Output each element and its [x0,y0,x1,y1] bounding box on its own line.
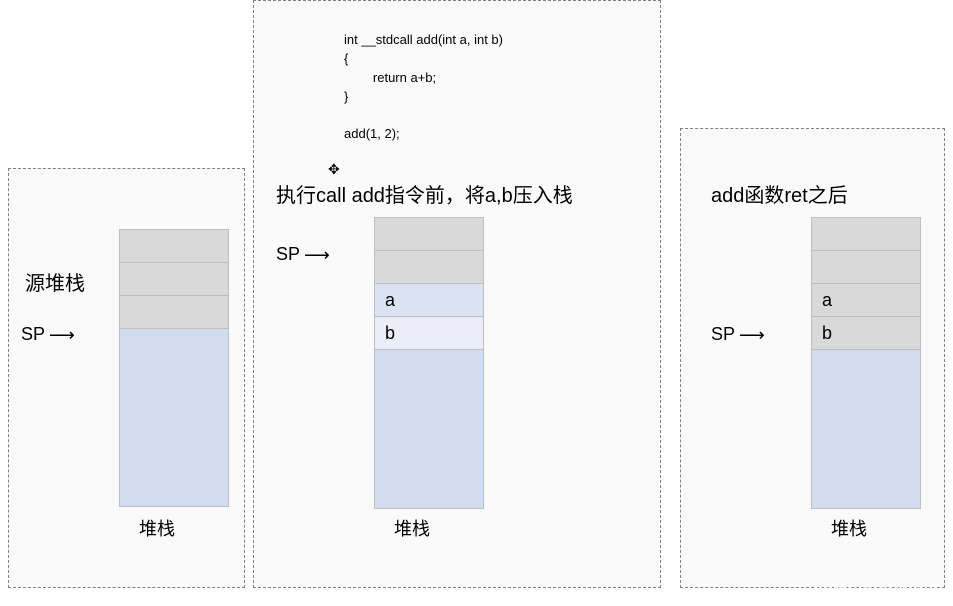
stack-left [119,229,229,507]
heading-source-stack: 源堆栈 [25,267,85,296]
arrow-right-icon: ⟶ [739,326,765,344]
sp-pointer-right: SP ⟶ [711,324,765,345]
panel-source-stack: 源堆栈 SP ⟶ 堆栈 [8,168,245,588]
stack-body [812,350,920,508]
panel-after-ret: add函数ret之后 SP ⟶ a b 堆栈 [680,128,945,588]
stack-mid: a b [374,217,484,509]
stack-cell-b: b [375,317,483,350]
sp-pointer-left: SP ⟶ [21,324,75,345]
move-cursor-icon: ✥ [328,161,340,178]
arrow-right-icon: ⟶ [304,246,330,264]
sp-pointer-mid: SP ⟶ [276,244,330,265]
stack-cell [375,251,483,284]
code-line: return a+b; [344,70,436,85]
panel-before-call: int __stdcall add(int a, int b) { return… [253,0,661,588]
stack-cell-a: a [812,284,920,317]
arrow-right-icon: ⟶ [49,326,75,344]
caption-left: 堆栈 [139,515,175,541]
code-block: int __stdcall add(int a, int b) { return… [344,31,503,144]
sp-text: SP [276,244,300,265]
stack-cell [120,296,228,329]
heading-after-ret: add函数ret之后 [711,179,848,208]
stack-body [375,350,483,508]
code-line: int __stdcall add(int a, int b) [344,32,503,47]
heading-before-call: 执行call add指令前，将a,b压入栈 [276,179,573,208]
stack-cell [120,263,228,296]
stack-cell-b: b [812,317,920,350]
watermark: CSDN @豆浆D油条 [808,580,943,600]
code-line: } [344,89,348,104]
caption-mid: 堆栈 [394,515,430,541]
stack-cell-a: a [375,284,483,317]
sp-text: SP [711,324,735,345]
sp-text: SP [21,324,45,345]
stack-cell [812,251,920,284]
code-line: add(1, 2); [344,126,400,141]
stack-right: a b [811,217,921,509]
code-line: { [344,51,348,66]
caption-right: 堆栈 [831,515,867,541]
stack-body [120,329,228,506]
stack-cell [375,218,483,251]
stack-cell [812,218,920,251]
stack-cell [120,230,228,263]
